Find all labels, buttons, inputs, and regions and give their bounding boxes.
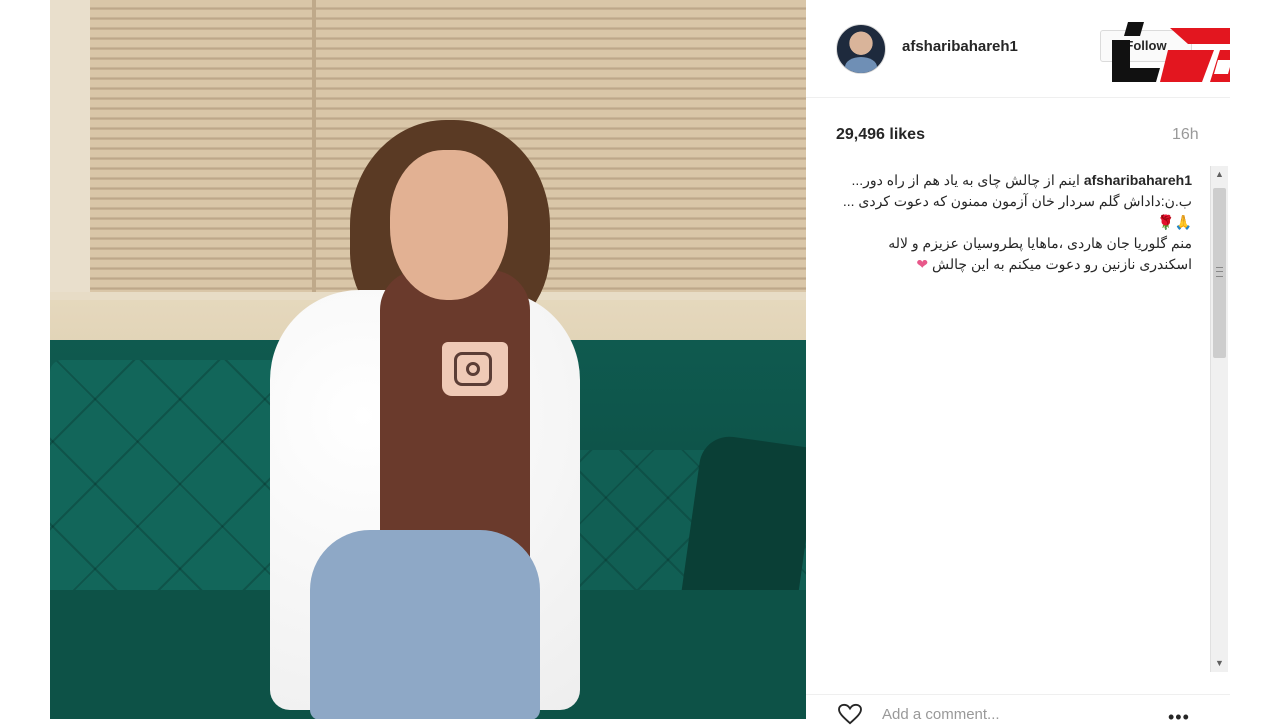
likes-count[interactable]: 29,496 likes (836, 126, 925, 144)
rose-icon: 🌹 (1157, 214, 1175, 230)
caption-line-3: منم گلوریا جان هاردی ،ماهایا پطروسیان عز… (888, 235, 1192, 272)
heart-outline-icon[interactable] (836, 703, 864, 725)
person-face (390, 150, 508, 300)
caption: afsharibahareh1 اینم از چالش چای به یاد … (836, 170, 1192, 275)
praying-hands-icon: 🙏 (1174, 214, 1192, 230)
blinds-side-strip (50, 0, 90, 300)
more-options-icon[interactable]: ••• (1168, 707, 1190, 728)
camera-logo-icon (454, 352, 492, 386)
instagram-mug (442, 342, 508, 396)
comment-bar: Add a comment... ••• (806, 694, 1230, 727)
person-jeans (310, 530, 540, 719)
scroll-up-arrow-icon[interactable]: ▲ (1211, 166, 1228, 183)
post-photo[interactable] (50, 0, 806, 719)
page-margin (1230, 0, 1280, 719)
scrollbar-thumb[interactable] (1213, 188, 1226, 358)
blinds-seam (312, 0, 316, 300)
post-header: afsharibahareh1 Follow (806, 0, 1260, 98)
comments-area: afsharibahareh1 اینم از چالش چای به یاد … (836, 170, 1206, 690)
caption-line-2: ب.ن:داداش گلم سردار خان آزمون ممنون که د… (842, 193, 1192, 209)
pink-heart-icon: ❤ (916, 256, 929, 272)
avatar[interactable] (836, 24, 886, 74)
scroll-down-arrow-icon[interactable]: ▼ (1211, 655, 1228, 672)
post-details-panel: afsharibahareh1 Follow 29,496 likes 16h … (806, 0, 1260, 727)
add-comment-input[interactable]: Add a comment... (882, 706, 1000, 723)
caption-username[interactable]: afsharibahareh1 (1084, 172, 1192, 188)
post-time[interactable]: 16h (1172, 126, 1199, 144)
thumb-grip-icon (1216, 267, 1223, 277)
caption-line-1: اینم از چالش چای به یاد هم از راه دور... (851, 172, 1080, 188)
comments-scrollbar[interactable]: ▲ ▼ (1210, 166, 1228, 672)
post-username[interactable]: afsharibahareh1 (902, 38, 1018, 55)
